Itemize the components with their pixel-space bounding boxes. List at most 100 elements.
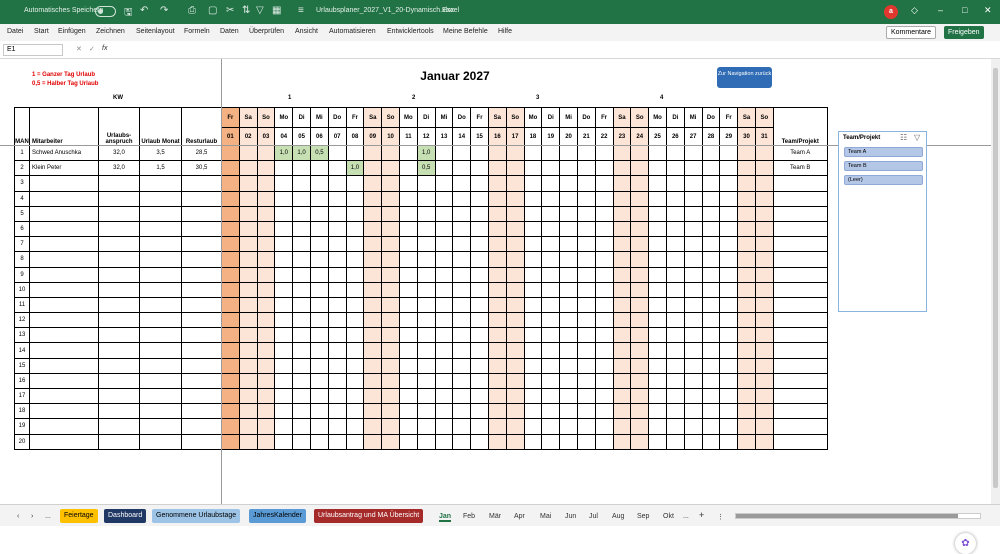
day-cell[interactable] [523, 327, 543, 344]
cell-name[interactable] [29, 433, 99, 450]
day-cell[interactable] [292, 387, 311, 405]
cell-name[interactable] [29, 296, 99, 314]
day-cell[interactable] [576, 433, 596, 450]
menu-automatisieren[interactable]: Automatisieren [329, 28, 376, 35]
day-cell[interactable] [327, 175, 347, 192]
day-cell[interactable] [594, 296, 614, 314]
day-cell[interactable] [434, 327, 454, 344]
day-cell[interactable] [541, 327, 561, 344]
day-cell[interactable] [719, 403, 739, 420]
day-cell[interactable] [505, 266, 525, 283]
day-cell[interactable] [416, 205, 436, 222]
day-cell[interactable] [309, 327, 329, 344]
day-cell[interactable] [327, 266, 347, 283]
day-cell[interactable] [238, 342, 258, 359]
day-cell[interactable] [398, 342, 418, 359]
day-cell[interactable] [576, 403, 596, 420]
day-cell[interactable] [719, 251, 739, 268]
day-cell[interactable] [559, 160, 578, 177]
day-cell[interactable] [470, 327, 489, 344]
day-cell[interactable] [683, 342, 703, 359]
menu-datei[interactable]: Datei [7, 28, 23, 35]
cell-man[interactable]: 11 [14, 296, 30, 314]
day-cell[interactable] [416, 175, 436, 192]
day-cell[interactable] [683, 312, 703, 329]
cell-monat[interactable] [139, 190, 182, 207]
tab-dashboard[interactable]: Dashboard [104, 509, 147, 523]
day-cell[interactable] [309, 387, 329, 405]
day-cell[interactable] [416, 403, 436, 420]
day-cell[interactable] [754, 266, 774, 283]
day-cell[interactable] [292, 160, 311, 177]
team-slicer[interactable]: Team/Projekt ☷ ▽ Team A Team B (Leer) [838, 131, 927, 312]
day-cell[interactable] [737, 160, 756, 177]
cell-monat[interactable] [139, 266, 182, 283]
day-cell[interactable] [327, 236, 347, 253]
cell-anspruch[interactable] [98, 236, 140, 253]
cell-team[interactable] [772, 357, 828, 374]
day-cell[interactable] [719, 357, 739, 374]
day-cell[interactable] [576, 266, 596, 283]
day-cell[interactable] [701, 205, 721, 222]
day-cell[interactable] [434, 403, 454, 420]
filter-icon[interactable]: ▽ [256, 5, 264, 16]
day-cell[interactable] [648, 205, 667, 222]
day-cell[interactable] [256, 357, 276, 374]
day-cell[interactable] [559, 281, 578, 298]
day-cell[interactable] [576, 327, 596, 344]
day-cell[interactable] [470, 220, 489, 238]
day-cell[interactable] [754, 433, 774, 450]
day-cell[interactable] [470, 236, 489, 253]
day-cell[interactable] [576, 175, 596, 192]
cell-name[interactable] [29, 266, 99, 283]
day-cell[interactable] [737, 220, 756, 238]
cell-team[interactable] [772, 296, 828, 314]
day-cell[interactable] [416, 236, 436, 253]
day-cell[interactable] [683, 220, 703, 238]
day-cell[interactable] [523, 433, 543, 450]
cell-man[interactable]: 12 [14, 312, 30, 329]
day-cell[interactable] [363, 251, 383, 268]
gem-icon[interactable]: ◇ [911, 5, 918, 16]
tab-aug[interactable]: Aug [612, 513, 624, 520]
cell-anspruch[interactable] [98, 266, 140, 283]
day-cell[interactable] [309, 236, 329, 253]
day-cell[interactable]: 0,5 [416, 160, 436, 177]
day-cell[interactable] [541, 175, 561, 192]
day-cell[interactable] [221, 160, 240, 177]
day-cell[interactable] [221, 312, 240, 329]
day-cell[interactable] [238, 220, 258, 238]
day-cell[interactable] [238, 312, 258, 329]
day-cell[interactable] [683, 372, 703, 390]
day-cell[interactable] [398, 312, 418, 329]
day-cell[interactable] [594, 144, 614, 162]
day-cell[interactable] [434, 266, 454, 283]
day-cell[interactable] [559, 236, 578, 253]
day-cell[interactable] [452, 175, 472, 192]
day-cell[interactable] [648, 266, 667, 283]
day-cell[interactable] [238, 281, 258, 298]
cell-name[interactable] [29, 403, 99, 420]
day-cell[interactable] [594, 281, 614, 298]
day-cell[interactable] [594, 220, 614, 238]
day-cell[interactable] [452, 251, 472, 268]
cell-monat[interactable] [139, 418, 182, 435]
customize-icon[interactable]: ≡ [298, 5, 304, 16]
day-cell[interactable] [345, 144, 365, 162]
cell-rest[interactable] [181, 342, 222, 359]
day-cell[interactable] [576, 236, 596, 253]
minimize-button[interactable]: – [938, 5, 943, 15]
day-cell[interactable] [683, 387, 703, 405]
day-cell[interactable] [737, 251, 756, 268]
day-cell[interactable] [256, 281, 276, 298]
day-cell[interactable] [559, 342, 578, 359]
day-cell[interactable] [470, 190, 489, 207]
day-cell[interactable] [363, 357, 383, 374]
day-cell[interactable] [434, 175, 454, 192]
day-cell[interactable] [487, 281, 507, 298]
cell-man[interactable]: 4 [14, 190, 30, 207]
day-cell[interactable] [487, 251, 507, 268]
day-cell[interactable] [505, 433, 525, 450]
day-cell[interactable] [541, 281, 561, 298]
day-cell[interactable] [363, 296, 383, 314]
